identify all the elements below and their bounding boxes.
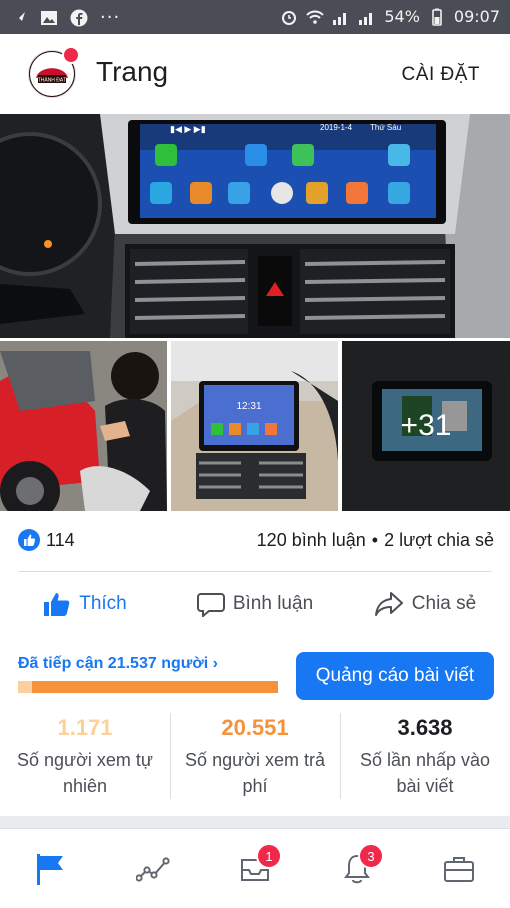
inbox-badge: 1 bbox=[256, 843, 282, 869]
status-bar: ··· 54% 09:07 bbox=[0, 0, 510, 34]
like-reaction-icon bbox=[18, 529, 40, 551]
comment-icon bbox=[196, 593, 225, 617]
share-label: Chia sẻ bbox=[411, 593, 477, 614]
metric-clicks[interactable]: 3.638 Số lần nhấp vào bài viết bbox=[340, 707, 510, 811]
metric-value: 1.171 bbox=[57, 715, 113, 740]
metric-value: 3.638 bbox=[397, 715, 453, 740]
metric-value: 20.551 bbox=[221, 715, 289, 740]
like-count[interactable]: 114 bbox=[46, 530, 75, 551]
page-header: THÀNH ĐẠT Trang CÀI ĐẶT bbox=[0, 34, 510, 114]
system-icons: 54% 09:07 bbox=[280, 7, 500, 26]
metrics-row: 1.171 Số người xem tự nhiên 20.551 Số ng… bbox=[0, 707, 510, 811]
post-photos[interactable]: ▮◀ ▶ ▶▮ 2019-1-4 Thứ Sáu 12:31 +31 bbox=[0, 114, 510, 511]
wifi-icon bbox=[306, 10, 325, 24]
share-count[interactable]: 2 lượt chia sẻ bbox=[384, 530, 494, 551]
briefcase-icon bbox=[444, 856, 474, 882]
metric-label: Số người xem trả phí bbox=[185, 750, 325, 796]
metric-organic[interactable]: 1.171 Số người xem tự nhiên bbox=[0, 707, 170, 811]
reach-section: Đã tiếp cận 21.537 người › Quảng cáo bài… bbox=[0, 649, 510, 705]
more-photos-count: +31 bbox=[342, 341, 510, 511]
insights-icon bbox=[136, 856, 170, 882]
logo-text: THÀNH ĐẠT bbox=[38, 77, 67, 84]
like-label: Thích bbox=[79, 593, 127, 614]
photo-head-unit[interactable]: ▮◀ ▶ ▶▮ 2019-1-4 Thứ Sáu bbox=[0, 114, 510, 338]
arrow-icon bbox=[13, 11, 25, 24]
engagement-summary[interactable]: 120 bình luận • 2 lượt chia sẻ bbox=[257, 530, 494, 551]
notification-icons: ··· bbox=[10, 7, 120, 28]
organic-reach-fill bbox=[18, 681, 33, 693]
dashboard-time: 12:31 bbox=[236, 401, 261, 412]
battery-percent: 54% bbox=[384, 7, 420, 26]
photo-more[interactable]: +31 bbox=[342, 341, 510, 511]
separator: • bbox=[371, 530, 379, 550]
metric-paid[interactable]: 20.551 Số người xem trả phí bbox=[170, 707, 340, 811]
metric-label: Số người xem tự nhiên bbox=[17, 750, 153, 796]
alarm-icon bbox=[282, 10, 297, 25]
engagement-stats: 114 120 bình luận • 2 lượt chia sẻ bbox=[0, 511, 510, 571]
comment-button[interactable]: Bình luận bbox=[170, 572, 340, 636]
signal-icon bbox=[359, 12, 373, 25]
notifications-badge: 3 bbox=[358, 843, 384, 869]
bottom-nav: 1 3 bbox=[0, 828, 510, 908]
photo-technician[interactable] bbox=[0, 341, 167, 511]
metric-label: Số lần nhấp vào bài viết bbox=[359, 750, 491, 796]
like-button[interactable]: Thích bbox=[0, 572, 170, 636]
image-icon bbox=[41, 10, 57, 25]
nav-inbox[interactable]: 1 bbox=[204, 829, 306, 908]
svg-text:▮◀ ▶ ▶▮: ▮◀ ▶ ▶▮ bbox=[170, 124, 206, 134]
nav-insights[interactable] bbox=[102, 829, 204, 908]
post-actions: Thích Bình luận Chia sẻ bbox=[0, 572, 510, 636]
nav-tools[interactable] bbox=[408, 829, 510, 908]
reach-progress-bar bbox=[18, 681, 278, 693]
more-icon: ··· bbox=[100, 7, 121, 28]
head-unit-day: Thứ Sáu bbox=[370, 123, 401, 132]
flag-icon bbox=[37, 853, 63, 885]
photo-dashboard[interactable]: 12:31 bbox=[171, 341, 338, 511]
facebook-icon bbox=[70, 9, 88, 26]
reach-link[interactable]: Đã tiếp cận 21.537 người › bbox=[18, 655, 218, 673]
signal-icon bbox=[333, 12, 347, 25]
reach-label: Đã tiếp cận 21.537 người bbox=[18, 655, 209, 672]
promote-post-button[interactable]: Quảng cáo bài viết bbox=[296, 652, 494, 700]
share-icon bbox=[374, 592, 403, 616]
thumbs-up-icon bbox=[44, 593, 70, 616]
page-avatar[interactable]: THÀNH ĐẠT bbox=[28, 46, 80, 98]
comment-count[interactable]: 120 bình luận bbox=[257, 530, 366, 551]
share-button[interactable]: Chia sẻ bbox=[340, 572, 510, 636]
page-title: Trang bbox=[96, 56, 169, 87]
nav-notifications[interactable]: 3 bbox=[306, 829, 408, 908]
clock: 09:07 bbox=[453, 7, 500, 26]
head-unit-date: 2019-1-4 bbox=[320, 123, 353, 132]
settings-button[interactable]: CÀI ĐẶT bbox=[402, 64, 480, 86]
comment-label: Bình luận bbox=[232, 593, 314, 614]
post-insights-card: 114 120 bình luận • 2 lượt chia sẻ Thích… bbox=[0, 511, 510, 816]
chevron-right-icon: › bbox=[212, 655, 218, 672]
notification-dot bbox=[62, 46, 80, 64]
nav-page[interactable] bbox=[0, 829, 102, 908]
battery-icon bbox=[432, 8, 442, 26]
